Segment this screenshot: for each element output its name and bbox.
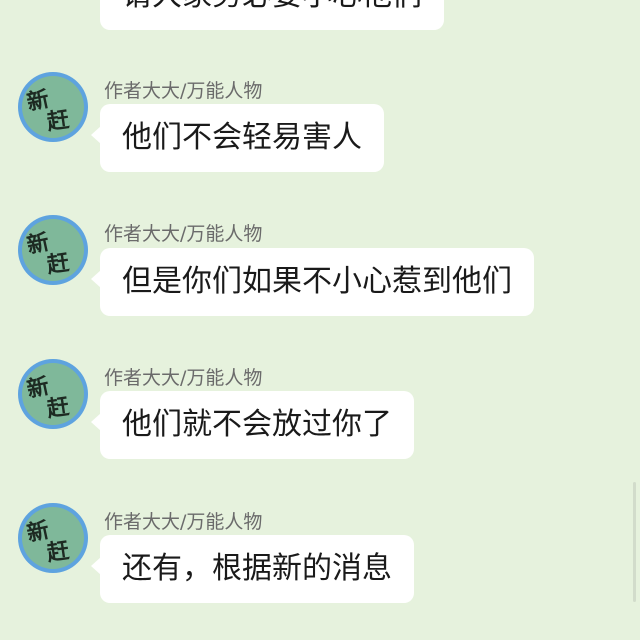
sender-avatar[interactable]: 新 赶 [18, 215, 88, 285]
sender-name: 作者大大/万能人物 [104, 367, 263, 389]
sender-name: 作者大大/万能人物 [104, 511, 263, 533]
avatar-char: 赶 [45, 537, 71, 567]
avatar-image: 新 赶 [22, 363, 84, 425]
message-text: 他们就不会放过你了 [122, 407, 392, 442]
avatar-char: 赶 [45, 106, 71, 136]
message-bubble[interactable]: 他们就不会放过你了 [91, 391, 414, 459]
message-bubble-partial[interactable]: 请大家务必要小心他们 [100, 0, 444, 30]
sender-avatar[interactable]: 新 赶 [18, 72, 88, 142]
sender-avatar[interactable]: 新 赶 [18, 359, 88, 429]
sender-name: 作者大大/万能人物 [104, 223, 263, 245]
chat-area[interactable]: 请大家务必要小心他们 新 赶 作者大大/万能人物 他们不会轻易害人 新 赶 作者… [0, 0, 640, 640]
message-text: 但是你们如果不小心惹到他们 [122, 264, 512, 299]
message-text: 他们不会轻易害人 [122, 120, 362, 155]
message-bubble[interactable]: 还有，根据新的消息 [91, 535, 414, 603]
avatar-char: 赶 [45, 393, 71, 423]
sender-avatar[interactable]: 新 赶 [18, 503, 88, 573]
message-bubble[interactable]: 他们不会轻易害人 [91, 104, 384, 172]
avatar-image: 新 赶 [22, 219, 84, 281]
sender-name: 作者大大/万能人物 [104, 80, 263, 102]
avatar-image: 新 赶 [22, 76, 84, 138]
avatar-image: 新 赶 [22, 507, 84, 569]
message-text: 请大家务必要小心他们 [122, 0, 422, 13]
avatar-char: 赶 [45, 249, 71, 279]
message-bubble[interactable]: 但是你们如果不小心惹到他们 [91, 248, 534, 316]
scrollbar[interactable] [633, 482, 636, 602]
message-text: 还有，根据新的消息 [122, 551, 392, 586]
